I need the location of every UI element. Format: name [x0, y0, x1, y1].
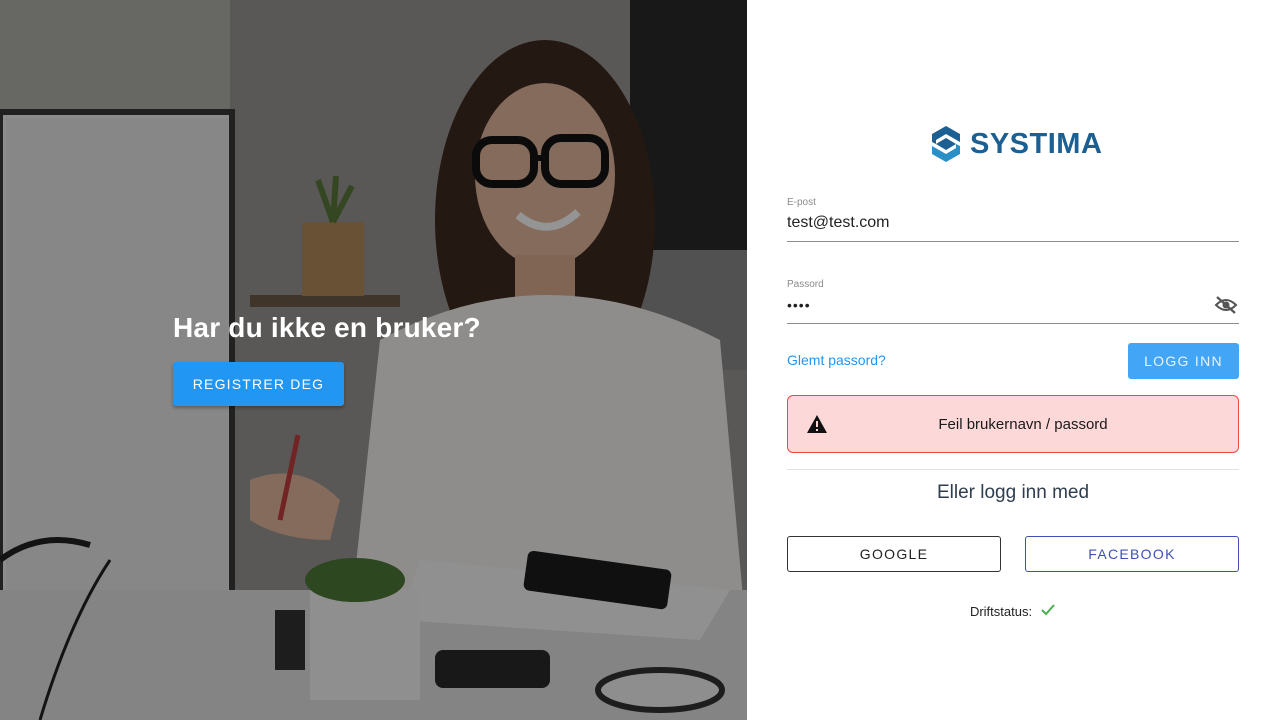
- login-panel: SYSTIMA E-post test@test.com Passord •••…: [747, 0, 1280, 720]
- password-label: Passord: [787, 279, 824, 290]
- alt-login-title: Eller logg inn med: [936, 482, 1090, 503]
- forgot-password-link[interactable]: Glemt passord?: [787, 352, 886, 368]
- login-button[interactable]: LOGG INN: [1128, 343, 1239, 379]
- divider: [787, 469, 1239, 470]
- warning-icon: [806, 414, 828, 439]
- password-field[interactable]: Passord ••••: [787, 279, 1239, 324]
- email-label: E-post: [787, 197, 816, 208]
- hero-panel: Har du ikke en bruker? REGISTRER DEG: [0, 0, 747, 720]
- email-field[interactable]: E-post test@test.com: [787, 197, 1239, 242]
- register-button[interactable]: REGISTRER DEG: [173, 362, 344, 406]
- hero-overlay: [0, 0, 747, 720]
- logo-text: SYSTIMA: [970, 127, 1103, 160]
- password-underline: [787, 323, 1239, 324]
- eye-off-icon[interactable]: [1213, 294, 1239, 316]
- check-icon: [1040, 603, 1056, 620]
- facebook-login-button[interactable]: FACEBOOK: [1025, 536, 1239, 572]
- email-underline: [787, 241, 1239, 242]
- status-label: Driftstatus:: [969, 604, 1033, 619]
- error-alert: Feil brukernavn / passord: [787, 395, 1239, 453]
- hero-title: Har du ikke en bruker?: [173, 312, 481, 343]
- logo: SYSTIMA: [930, 124, 1102, 164]
- error-message: Feil brukernavn / passord: [938, 415, 1108, 433]
- google-login-button[interactable]: GOOGLE: [787, 536, 1001, 572]
- systima-logo-icon: [932, 126, 960, 162]
- service-status: Driftstatus:: [787, 603, 1239, 620]
- password-input[interactable]: ••••: [787, 293, 811, 317]
- email-input[interactable]: test@test.com: [787, 211, 1239, 235]
